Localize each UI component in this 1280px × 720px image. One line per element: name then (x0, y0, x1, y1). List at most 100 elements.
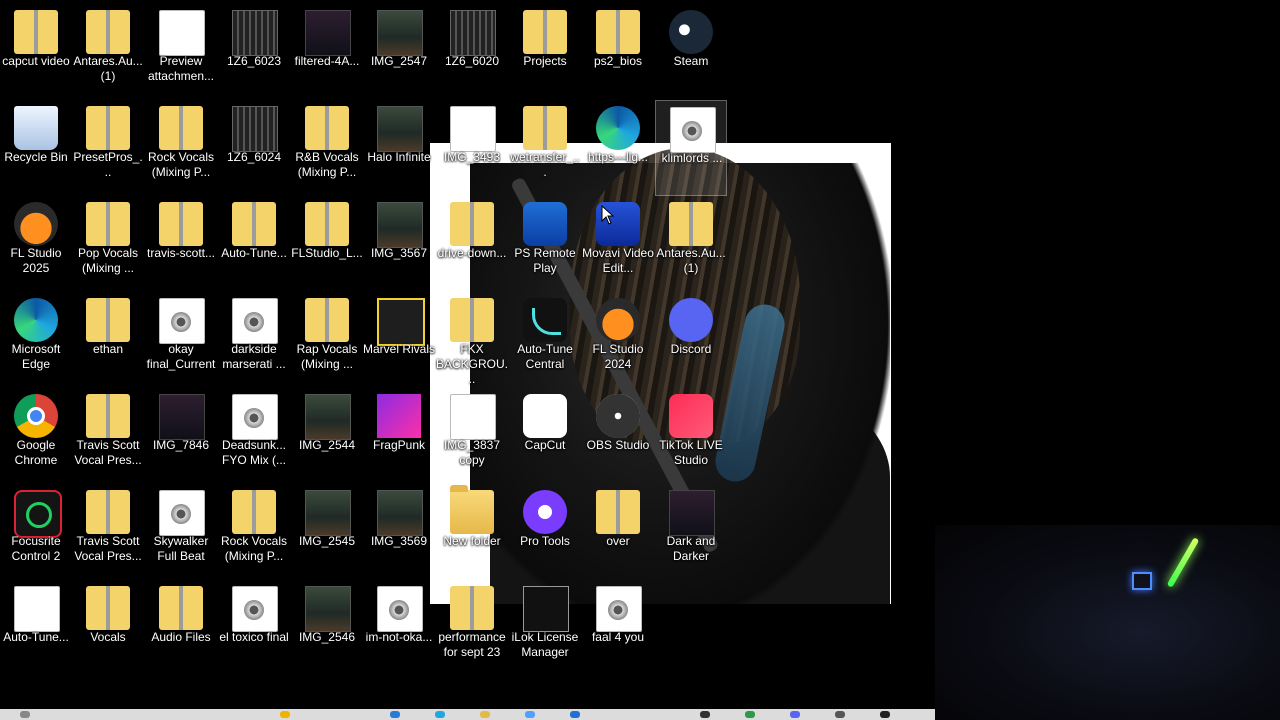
desktop-icon-wetransfer[interactable]: wetransfer_... (509, 100, 581, 196)
zip-folder-icon (523, 106, 567, 150)
taskbar-app-icon[interactable] (570, 711, 580, 718)
taskbar-app-icon[interactable] (390, 711, 400, 718)
desktop-icon-tiktok-live[interactable]: TikTok LIVE Studio (655, 388, 727, 484)
desktop-icon-img-2547[interactable]: IMG_2547 (363, 4, 435, 100)
desktop-icon-1z6-6024[interactable]: 1Z6_6024 (218, 100, 290, 196)
desktop-icon-img-3837[interactable]: IMG_3837 copy (436, 388, 508, 484)
desktop-icon-el-toxico[interactable]: el toxico final (218, 580, 290, 676)
desktop-icon-img-2546[interactable]: IMG_2546 (291, 580, 363, 676)
taskbar-app-icon[interactable] (700, 711, 710, 718)
desktop-icon-img-3567[interactable]: IMG_3567 (363, 196, 435, 292)
desktop-icon-movavi[interactable]: Movavi Video Edit... (582, 196, 654, 292)
desktop-icon-google-chrome[interactable]: Google Chrome (0, 388, 72, 484)
desktop-icon-new-folder[interactable]: New folder (436, 484, 508, 580)
desktop-icon-over[interactable]: over (582, 484, 654, 580)
desktop-icon-rnb-vocals[interactable]: R&B Vocals (Mixing P... (291, 100, 363, 196)
desktop-icon-img-2545[interactable]: IMG_2545 (291, 484, 363, 580)
desktop-icon-obs-studio[interactable]: OBS Studio (582, 388, 654, 484)
taskbar[interactable] (0, 709, 935, 720)
desktop-icon-presetpros[interactable]: PresetPros_... (72, 100, 144, 196)
desktop-icon-fl-studio-2024[interactable]: FL Studio 2024 (582, 292, 654, 388)
desktop-icon-preview-attachment[interactable]: Preview attachmen... (145, 4, 217, 100)
image-icon (159, 394, 205, 440)
desktop-icon-drive-download[interactable]: drive-down... (436, 196, 508, 292)
desktop-icon-steam[interactable]: Steam (655, 4, 727, 100)
desktop: capcut video Antares.Au... (1) Preview a… (0, 0, 1280, 720)
desktop-icon-fragpunk[interactable]: FragPunk (363, 388, 435, 484)
media-file-icon (159, 490, 205, 536)
desktop-icon-1z6-6023[interactable]: 1Z6_6023 (218, 4, 290, 100)
desktop-icon-audio-files[interactable]: Audio Files (145, 580, 217, 676)
desktop-icon-fl-studio-2025[interactable]: FL Studio 2025 (0, 196, 72, 292)
start-icon[interactable] (20, 711, 30, 718)
desktop-icon-ps-remote-play[interactable]: PS Remote Play (509, 196, 581, 292)
desktop-icon-marvel-rivals[interactable]: Marvel Rivals (363, 292, 435, 388)
edge-icon (596, 106, 640, 150)
desktop-icon-fkx-background[interactable]: FKX BACKGROU... (436, 292, 508, 388)
mouse-cursor-icon (601, 205, 615, 225)
taskbar-app-icon[interactable] (745, 711, 755, 718)
video-icon (232, 10, 278, 56)
zip-folder-icon (14, 10, 58, 54)
desktop-icon-dark-and-darker[interactable]: Dark and Darker (655, 484, 727, 580)
chrome-icon (14, 394, 58, 438)
desktop-icon-discord[interactable]: Discord (655, 292, 727, 388)
taskbar-app-icon[interactable] (480, 711, 490, 718)
taskbar-app-icon[interactable] (280, 711, 290, 718)
zip-folder-icon (596, 490, 640, 534)
desktop-icon-darkside[interactable]: darkside marserati ... (218, 292, 290, 388)
desktop-icon-img-3493[interactable]: IMG_3493 (436, 100, 508, 196)
desktop-icon-antares-2[interactable]: Antares.Au... (1) (655, 196, 727, 292)
desktop-icon-travis-scott-vocal[interactable]: Travis Scott Vocal Pres... (72, 388, 144, 484)
desktop-icon-ilok[interactable]: iLok License Manager (509, 580, 581, 676)
desktop-icon-performance[interactable]: performance for sept 23 (436, 580, 508, 676)
desktop-icon-auto-tune-2[interactable]: Auto-Tune... (0, 580, 72, 676)
video-icon (450, 10, 496, 56)
desktop-icon-https-link[interactable]: https---llg... (582, 100, 654, 196)
zip-folder-icon (450, 586, 494, 630)
taskbar-app-icon[interactable] (790, 711, 800, 718)
desktop-icon-pro-tools[interactable]: Pro Tools (509, 484, 581, 580)
desktop-icon-antares[interactable]: Antares.Au... (1) (72, 4, 144, 100)
desktop-icon-1z6-6020[interactable]: 1Z6_6020 (436, 4, 508, 100)
desktop-icon-focusrite[interactable]: Focusrite Control 2 (0, 484, 72, 580)
desktop-icon-img-2544[interactable]: IMG_2544 (291, 388, 363, 484)
desktop-icon-vocals[interactable]: Vocals (72, 580, 144, 676)
desktop-icon-img-3569[interactable]: IMG_3569 (363, 484, 435, 580)
desktop-icon-rap-vocals[interactable]: Rap Vocals (Mixing ... (291, 292, 363, 388)
photo-icon (305, 394, 351, 440)
desktop-icon-filtered[interactable]: filtered-4A... (291, 4, 363, 100)
desktop-icon-halo-infinite[interactable]: Halo Infinite (363, 100, 435, 196)
desktop-icon-okay-final[interactable]: okay final_Current (145, 292, 217, 388)
desktop-icon-projects[interactable]: Projects (509, 4, 581, 100)
desktop-icon-rock-vocals-2[interactable]: Rock Vocals (Mixing P... (218, 484, 290, 580)
desktop-icon-travis-scott[interactable]: travis-scott... (145, 196, 217, 292)
taskbar-app-icon[interactable] (835, 711, 845, 718)
fl-studio-icon (596, 298, 640, 342)
desktop-icon-skywalker[interactable]: Skywalker Full Beat (145, 484, 217, 580)
image-file-icon (450, 106, 496, 152)
desktop-icon-im-not-okay[interactable]: im-not-oka... (363, 580, 435, 676)
desktop-icon-faal-4-you[interactable]: faal 4 you (582, 580, 654, 676)
media-file-icon (377, 586, 423, 632)
image-file-icon (450, 394, 496, 440)
desktop-icon-recycle-bin[interactable]: Recycle Bin (0, 100, 72, 196)
desktop-icon-microsoft-edge[interactable]: Microsoft Edge (0, 292, 72, 388)
desktop-icon-pop-vocals[interactable]: Pop Vocals (Mixing ... (72, 196, 144, 292)
desktop-icon-auto-tune[interactable]: Auto-Tune... (218, 196, 290, 292)
desktop-icon-img-7846[interactable]: IMG_7846 (145, 388, 217, 484)
desktop-icon-rock-vocals[interactable]: Rock Vocals (Mixing P... (145, 100, 217, 196)
desktop-icon-ethan[interactable]: ethan (72, 292, 144, 388)
steam-icon (669, 10, 713, 54)
taskbar-app-icon[interactable] (525, 711, 535, 718)
desktop-icon-capcut[interactable]: CapCut (509, 388, 581, 484)
taskbar-app-icon[interactable] (880, 711, 890, 718)
desktop-icon-deadsunk[interactable]: Deadsunk... FYO Mix (... (218, 388, 290, 484)
desktop-icon-ps2-bios[interactable]: ps2_bios (582, 4, 654, 100)
desktop-icon-travis-scott-vocal-2[interactable]: Travis Scott Vocal Pres... (72, 484, 144, 580)
desktop-icon-flstudio-l[interactable]: FLStudio_L... (291, 196, 363, 292)
desktop-icon-capcut-video[interactable]: capcut video (0, 4, 72, 100)
taskbar-app-icon[interactable] (435, 711, 445, 718)
desktop-icon-klimlords[interactable]: klimlords ... (655, 100, 727, 196)
desktop-icon-auto-tune-central[interactable]: Auto-Tune Central (509, 292, 581, 388)
